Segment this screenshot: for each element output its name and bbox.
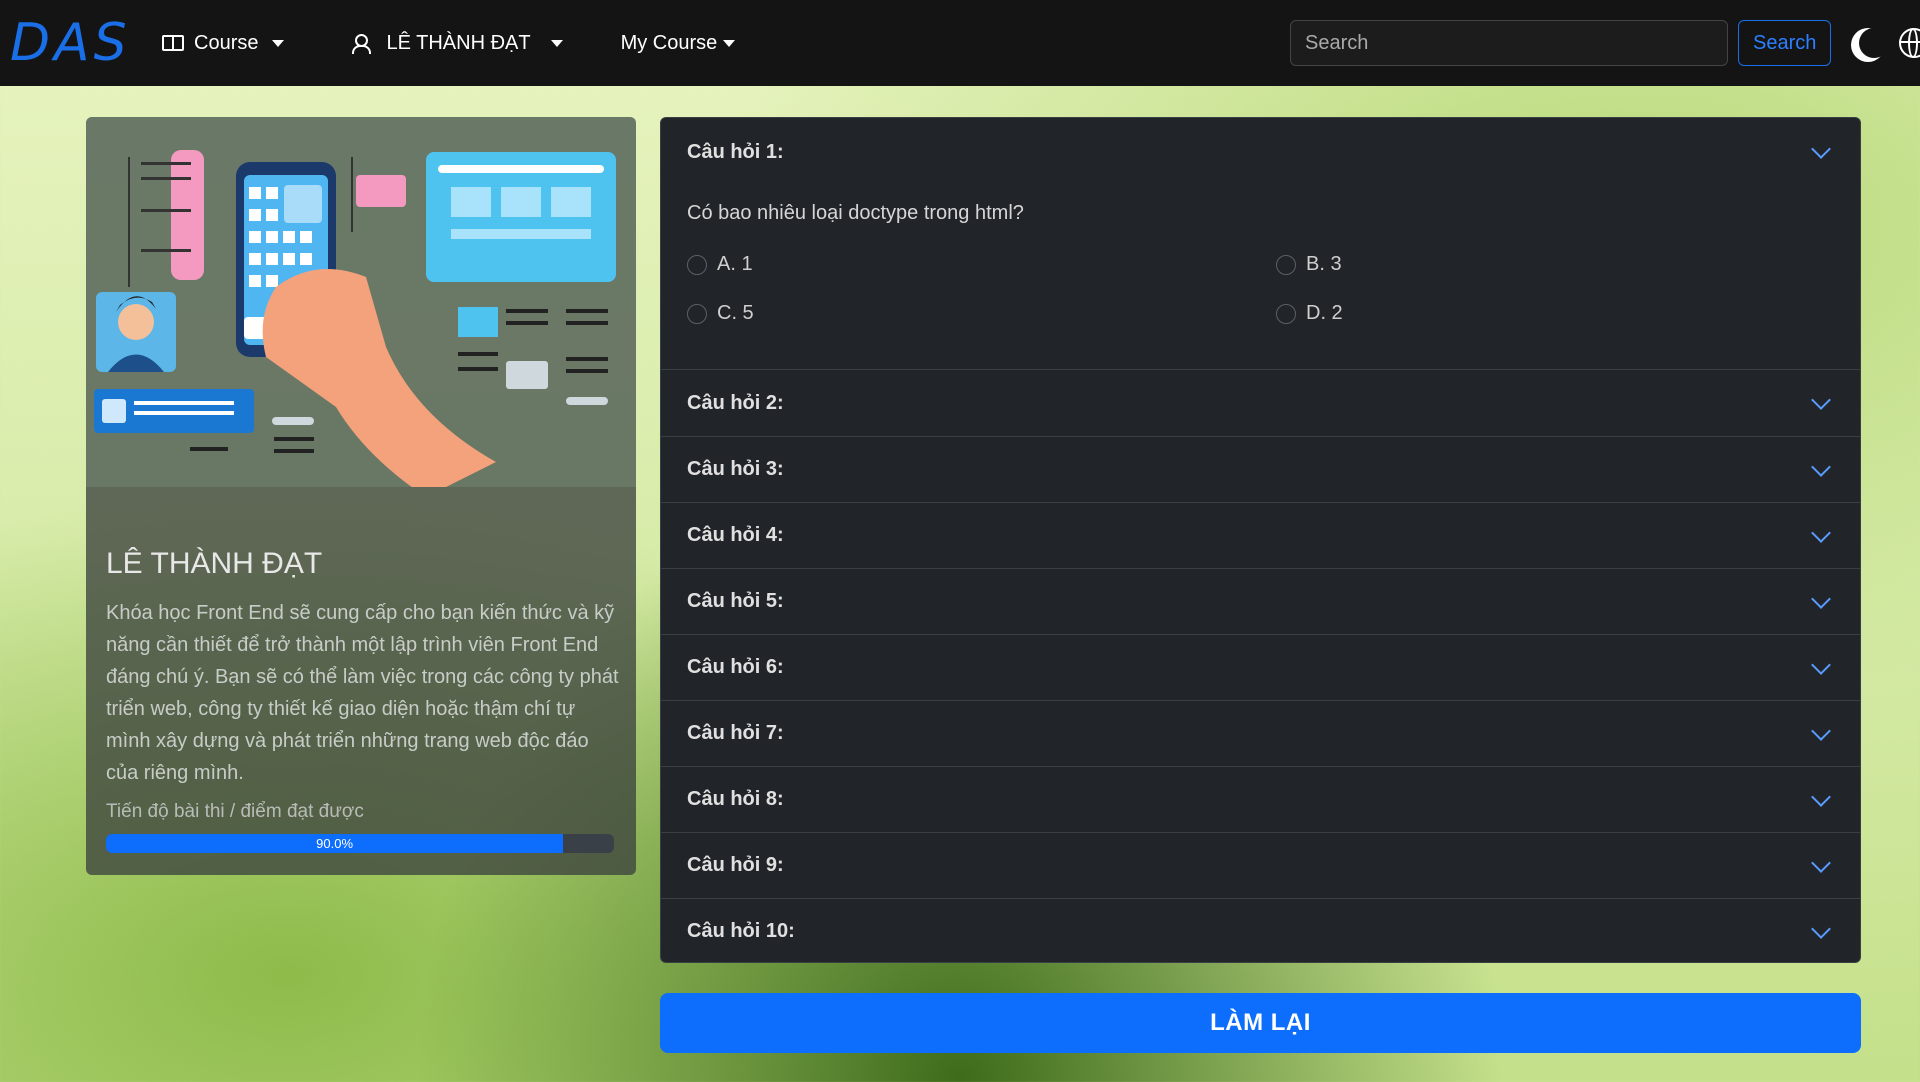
- progress-label: Tiến độ bài thi / điểm đạt được: [106, 801, 364, 822]
- question-label: Câu hỏi 5:: [687, 590, 784, 612]
- book-icon: [162, 35, 184, 51]
- my-course-dropdown[interactable]: My Course: [621, 32, 736, 55]
- chevron-down-icon: [1811, 918, 1831, 939]
- course-dropdown[interactable]: Course: [162, 31, 285, 55]
- user-dropdown[interactable]: LÊ THÀNH ĐẠT: [350, 31, 563, 55]
- chevron-down-icon: [1811, 654, 1831, 675]
- question-header-5[interactable]: Câu hỏi 5:: [661, 568, 1860, 634]
- course-illustration: [86, 117, 636, 487]
- quiz-accordion: Câu hỏi 1: Có bao nhiêu loại doctype tro…: [660, 117, 1861, 963]
- radio-button[interactable]: [687, 303, 707, 324]
- question-text: Có bao nhiêu loại doctype trong html?: [687, 202, 1024, 224]
- chevron-down-icon: [1811, 456, 1831, 477]
- option-label: D. 2: [1306, 302, 1343, 324]
- question-label: Câu hỏi 10:: [687, 920, 795, 942]
- chevron-down-icon: [1811, 588, 1831, 609]
- question-header-8[interactable]: Câu hỏi 8:: [661, 766, 1860, 832]
- question-header-7[interactable]: Câu hỏi 7:: [661, 700, 1860, 766]
- language-globe-icon[interactable]: [1899, 28, 1920, 58]
- radio-button[interactable]: [1276, 303, 1296, 324]
- chevron-down-icon: [1811, 852, 1831, 873]
- question-label: Câu hỏi 9:: [687, 854, 784, 876]
- answer-option-b[interactable]: B. 3: [1276, 253, 1860, 276]
- user-dropdown-label: LÊ THÀNH ĐẠT: [386, 31, 531, 54]
- question-label: Câu hỏi 2:: [687, 391, 784, 414]
- question-header-9[interactable]: Câu hỏi 9:: [661, 832, 1860, 898]
- question-label: Câu hỏi 6:: [687, 656, 784, 678]
- top-navbar: DAS Course LÊ THÀNH ĐẠT My Course Search: [0, 0, 1920, 86]
- radio-button[interactable]: [687, 254, 707, 275]
- answer-option-a[interactable]: A. 1: [687, 253, 1276, 276]
- question-header-4[interactable]: Câu hỏi 4:: [661, 502, 1860, 568]
- user-icon: [350, 33, 372, 54]
- answer-options: A. 1 B. 3 C. 5 D. 2: [687, 253, 1834, 325]
- question-label: Câu hỏi 4:: [687, 524, 784, 546]
- caret-down-icon: [550, 39, 563, 47]
- progress-bar: 90.0%: [106, 834, 614, 853]
- question-label: Câu hỏi 1:: [687, 140, 784, 163]
- radio-button[interactable]: [1276, 254, 1296, 275]
- chevron-down-icon: [1811, 522, 1831, 543]
- question-header-10[interactable]: Câu hỏi 10:: [661, 898, 1860, 962]
- question-label: Câu hỏi 7:: [687, 722, 784, 744]
- chevron-down-icon: [1811, 786, 1831, 807]
- progress-bar-fill: 90.0%: [106, 834, 564, 853]
- chevron-down-icon: [1811, 390, 1831, 410]
- brand-logo[interactable]: DAS: [10, 13, 150, 73]
- question-label: Câu hỏi 8:: [687, 788, 784, 810]
- search-button[interactable]: Search: [1738, 20, 1832, 66]
- caret-down-icon: [272, 39, 285, 47]
- question-label: Câu hỏi 3:: [687, 458, 784, 480]
- question-header-1[interactable]: Câu hỏi 1:: [661, 118, 1860, 186]
- course-info-card: LÊ THÀNH ĐẠT Khóa học Front End sẽ cung …: [86, 117, 636, 875]
- caret-down-icon: [723, 39, 736, 47]
- chevron-down-icon: [1811, 139, 1831, 159]
- answer-option-c[interactable]: C. 5: [687, 302, 1276, 325]
- my-course-dropdown-label: My Course: [620, 31, 718, 54]
- search-form: Search: [1290, 20, 1920, 66]
- retry-button[interactable]: LÀM LẠI: [660, 993, 1861, 1053]
- question-header-3[interactable]: Câu hỏi 3:: [661, 436, 1860, 502]
- course-dropdown-label: Course: [194, 31, 259, 54]
- question-header-6[interactable]: Câu hỏi 6:: [661, 634, 1860, 700]
- option-label: B. 3: [1306, 253, 1342, 275]
- course-description: Khóa học Front End sẽ cung cấp cho bạn k…: [106, 602, 619, 784]
- dark-mode-toggle-icon[interactable]: [1859, 28, 1889, 58]
- question-header-2[interactable]: Câu hỏi 2:: [661, 370, 1860, 436]
- option-label: A. 1: [717, 253, 753, 275]
- course-title: LÊ THÀNH ĐẠT: [106, 547, 323, 580]
- question-body-1: Có bao nhiêu loại doctype trong html? A.…: [661, 186, 1860, 370]
- chevron-down-icon: [1811, 720, 1831, 741]
- answer-option-d[interactable]: D. 2: [1276, 302, 1860, 325]
- search-input[interactable]: [1290, 20, 1728, 66]
- option-label: C. 5: [717, 302, 754, 324]
